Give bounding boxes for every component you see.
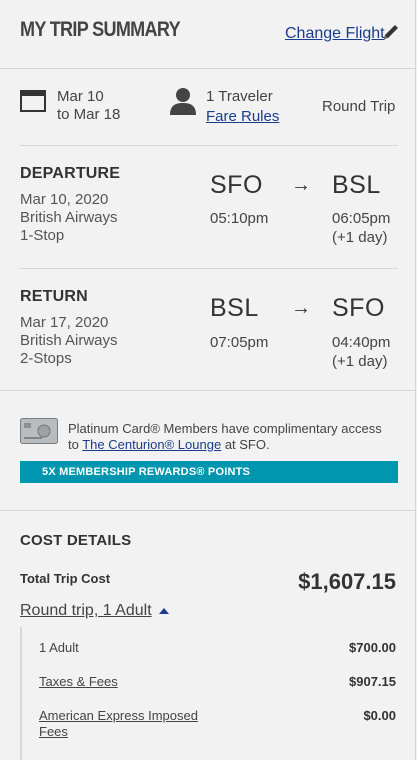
arrow-right-icon: → (291, 174, 311, 196)
return-stops: 2-Stops (20, 350, 72, 367)
lounge-text-line1: Platinum Card® Members have complimentar… (68, 421, 382, 436)
return-origin-code: BSL (210, 294, 259, 322)
return-date: Mar 17, 2020 (20, 314, 109, 331)
amex-fees-label-line2: Fees (39, 724, 68, 739)
lounge-text-line2: to The Centurion® Lounge at SFO. (68, 437, 270, 452)
person-icon (170, 88, 196, 115)
divider (0, 68, 416, 69)
divider (20, 268, 398, 269)
pencil-icon[interactable] (381, 22, 401, 42)
trip-end-date: to Mar 18 (57, 106, 121, 123)
membership-rewards-banner: 5X MEMBERSHIP REWARDS® POINTS (20, 461, 398, 483)
centurion-lounge-link[interactable]: The Centurion® Lounge (82, 437, 221, 452)
taxes-fees-link[interactable]: Taxes & Fees (39, 674, 118, 689)
cost-details-heading: COST DETAILS (20, 532, 132, 549)
lounge-text-to: to (68, 437, 79, 452)
trip-start-date: Mar 10 (57, 88, 104, 105)
arrow-right-icon: → (291, 297, 311, 319)
lounge-text-at: at SFO. (224, 437, 270, 452)
total-trip-cost-label: Total Trip Cost (20, 571, 111, 586)
breakdown-toggle[interactable]: Round trip, 1 Adult (20, 602, 170, 620)
return-heading: RETURN (20, 288, 88, 305)
return-depart-time: 07:05pm (210, 334, 269, 351)
cost-row-adult-value: $700.00 (349, 640, 396, 655)
divider (0, 510, 416, 511)
departure-origin-code: SFO (210, 171, 263, 199)
cost-row-taxes-value: $907.15 (349, 674, 396, 689)
change-flight-link[interactable]: Change Flight (285, 25, 385, 43)
fare-rules-link[interactable]: Fare Rules (206, 108, 279, 125)
divider (0, 390, 416, 391)
departure-airline: British Airways (20, 209, 118, 226)
amex-card-icon (20, 418, 58, 444)
return-airline: British Airways (20, 332, 118, 349)
departure-arrive-time: 06:05pm (332, 210, 391, 227)
departure-destination-code: BSL (332, 171, 381, 199)
departure-day-offset: (+1 day) (332, 229, 388, 246)
caret-up-icon (159, 608, 170, 615)
breakdown-toggle-label: Round trip, 1 Adult (20, 602, 152, 619)
return-day-offset: (+1 day) (332, 353, 388, 370)
return-destination-code: SFO (332, 294, 385, 322)
return-arrive-time: 04:40pm (332, 334, 391, 351)
traveler-count: 1 Traveler (206, 88, 273, 105)
departure-date: Mar 10, 2020 (20, 191, 109, 208)
total-trip-cost-value: $1,607.15 (298, 569, 396, 594)
departure-depart-time: 05:10pm (210, 210, 269, 227)
departure-stops: 1-Stop (20, 227, 65, 244)
cost-row-adult-label: 1 Adult (39, 640, 79, 655)
trip-type: Round Trip (322, 98, 396, 115)
trip-summary-panel: MY TRIP SUMMARY Change Flight Mar 10 to … (0, 0, 416, 760)
cost-row-amex-fees-value: $0.00 (363, 708, 396, 723)
page-title: MY TRIP SUMMARY (20, 18, 181, 41)
departure-heading: DEPARTURE (20, 165, 121, 182)
breakdown-rule (20, 627, 22, 760)
divider (20, 145, 398, 146)
amex-imposed-fees-link[interactable]: American Express Imposed Fees (39, 708, 198, 740)
calendar-icon (20, 90, 46, 112)
amex-fees-label-line1: American Express Imposed (39, 708, 198, 723)
